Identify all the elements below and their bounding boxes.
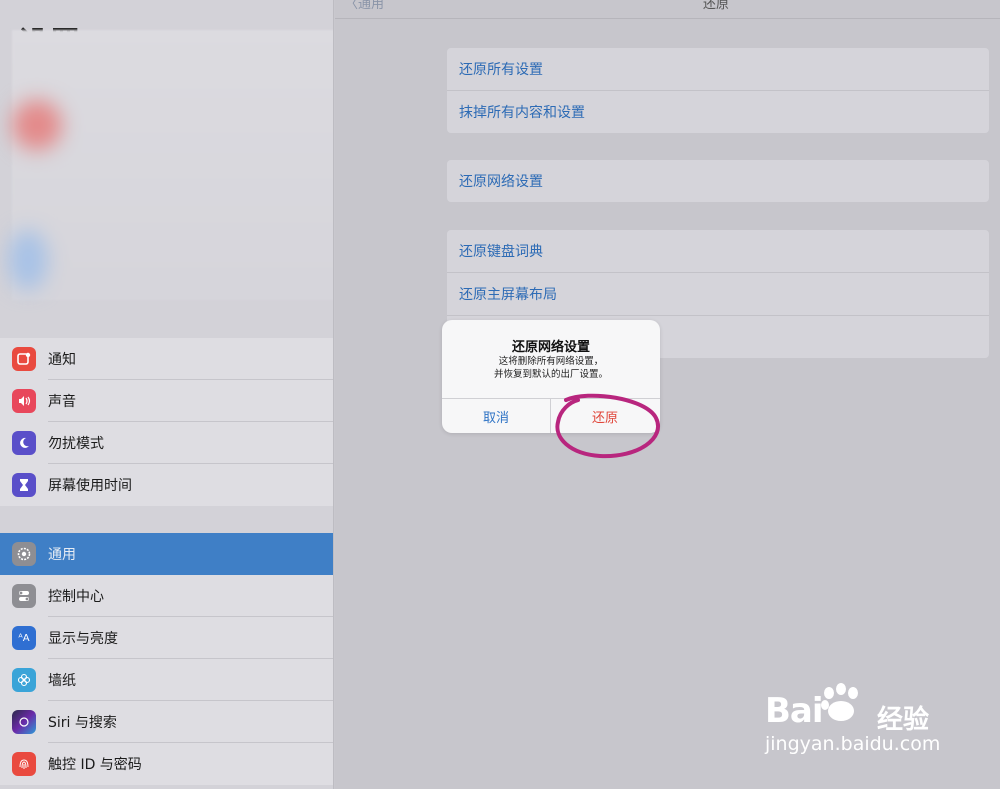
gear-icon <box>12 542 36 566</box>
annotation-circle <box>555 393 660 459</box>
sidebar-item-sounds[interactable]: 声音 <box>0 380 333 422</box>
sidebar-item-general[interactable]: 通用 <box>0 533 333 575</box>
sidebar-item-touch-id[interactable]: 触控 ID 与密码 <box>0 743 333 785</box>
settings-sidebar: 设置 通知 声音 勿扰模式 <box>0 0 334 789</box>
sidebar-group-general: 通用 控制中心 ᴬA 显示与亮度 墙纸 Siri 与搜索 触控 ID 与密码 <box>0 533 333 785</box>
notification-icon <box>12 347 36 371</box>
siri-icon <box>12 710 36 734</box>
flower-icon <box>12 668 36 692</box>
sidebar-item-label: 触控 ID 与密码 <box>48 757 142 773</box>
back-button[interactable]: 〈通用 <box>345 0 384 12</box>
watermark-brand: Bai <box>765 691 824 731</box>
reset-keyboard-dictionary[interactable]: 还原键盘词典 <box>447 230 989 272</box>
sidebar-item-notifications[interactable]: 通知 <box>0 338 333 380</box>
sidebar-item-label: 通知 <box>48 352 76 368</box>
watermark-url: jingyan.baidu.com <box>765 733 941 755</box>
speaker-icon <box>12 389 36 413</box>
reset-card-2: 还原网络设置 <box>447 160 989 202</box>
alert-message-line: 这将删除所有网络设置， <box>498 356 604 367</box>
hourglass-icon <box>12 473 36 497</box>
sidebar-item-label: 勿扰模式 <box>48 436 104 452</box>
blurred-icon <box>8 230 48 290</box>
erase-all-content[interactable]: 抹掉所有内容和设置 <box>447 91 989 133</box>
fingerprint-icon <box>12 752 36 776</box>
sidebar-item-do-not-disturb[interactable]: 勿扰模式 <box>0 422 333 464</box>
sidebar-item-label: 屏幕使用时间 <box>48 478 132 494</box>
cancel-button[interactable]: 取消 <box>442 399 550 433</box>
text-size-icon: ᴬA <box>12 626 36 650</box>
reset-all-settings[interactable]: 还原所有设置 <box>447 48 989 90</box>
moon-icon <box>12 431 36 455</box>
chevron-left-icon: 〈 <box>345 0 359 12</box>
alert-title: 还原网络设置 <box>511 340 590 355</box>
sidebar-item-label: 控制中心 <box>48 589 104 605</box>
blurred-avatar <box>12 100 62 150</box>
blurred-region <box>8 30 333 300</box>
alert-message: 这将删除所有网络设置， 并恢复到默认的出厂设置。 <box>442 355 660 381</box>
sidebar-item-label: 显示与亮度 <box>48 631 118 647</box>
sidebar-group-notifications: 通知 声音 勿扰模式 屏幕使用时间 <box>0 338 333 506</box>
watermark-brand-suffix: 经验 <box>877 705 930 735</box>
sidebar-item-label: 声音 <box>48 394 76 410</box>
reset-home-screen-layout[interactable]: 还原主屏幕布局 <box>447 273 989 315</box>
sidebar-item-display[interactable]: ᴬA 显示与亮度 <box>0 617 333 659</box>
sidebar-item-label: Siri 与搜索 <box>48 715 117 731</box>
sidebar-item-control-center[interactable]: 控制中心 <box>0 575 333 617</box>
back-label: 通用 <box>358 0 385 12</box>
sidebar-item-screen-time[interactable]: 屏幕使用时间 <box>0 464 333 506</box>
sidebar-item-label: 墙纸 <box>48 673 76 689</box>
sidebar-item-wallpaper[interactable]: 墙纸 <box>0 659 333 701</box>
reset-card-1: 还原所有设置 抹掉所有内容和设置 <box>447 48 989 133</box>
baidu-watermark: Bai 经验 jingyan.baidu.com <box>765 683 995 779</box>
toggles-icon <box>12 584 36 608</box>
navigation-bar: 〈通用 还原 <box>335 0 1000 19</box>
page-title: 还原 <box>703 0 730 12</box>
sidebar-item-label: 通用 <box>48 547 76 563</box>
sidebar-item-siri[interactable]: Siri 与搜索 <box>0 701 333 743</box>
paw-icon <box>821 683 858 721</box>
alert-message-line: 并恢复到默认的出厂设置。 <box>493 369 608 380</box>
reset-network-settings[interactable]: 还原网络设置 <box>447 160 989 202</box>
